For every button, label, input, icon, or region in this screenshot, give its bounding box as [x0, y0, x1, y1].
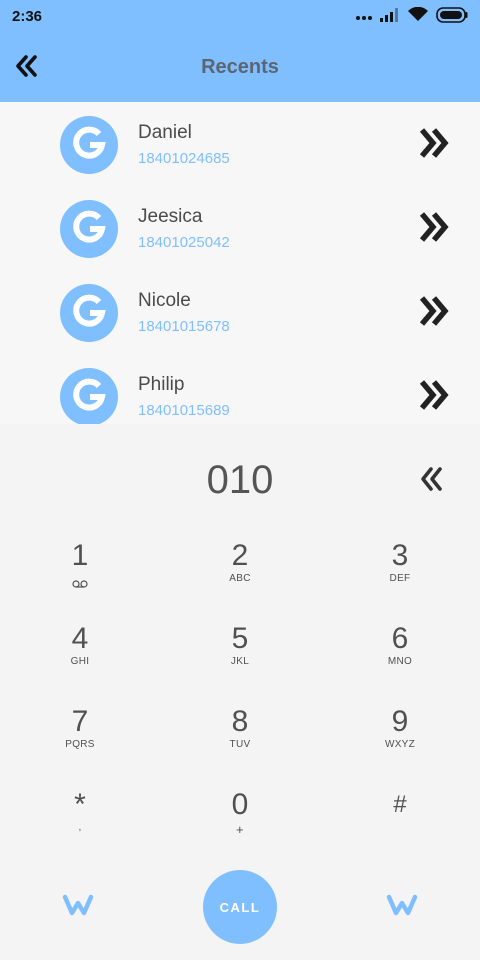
- contact-name: Daniel: [138, 122, 192, 143]
- key-2[interactable]: 2 ABC: [180, 532, 300, 608]
- right-w-button[interactable]: [384, 892, 420, 922]
- open-contact-button[interactable]: [410, 124, 458, 166]
- key-digit: 8: [231, 705, 249, 738]
- dial-display: 010: [0, 424, 480, 532]
- delete-button[interactable]: [414, 464, 448, 498]
- g-logo-icon: [69, 291, 109, 336]
- key-digit: 5: [231, 622, 249, 655]
- key-digit: 1: [71, 539, 89, 572]
- key-5[interactable]: 5 JKL: [180, 615, 300, 691]
- double-chevron-right-icon: [417, 210, 451, 249]
- key-digit: 4: [71, 622, 89, 655]
- key-digit: #: [393, 791, 407, 818]
- open-contact-button[interactable]: [410, 208, 458, 250]
- key-letters: ABC: [229, 573, 251, 584]
- battery-icon: [436, 6, 468, 28]
- key-7[interactable]: 7 PQRS: [20, 698, 140, 774]
- double-chevron-right-icon: [417, 294, 451, 333]
- key-letters: JKL: [230, 656, 250, 667]
- double-chevron-left-icon: [418, 466, 444, 497]
- w-logo-icon: [62, 893, 94, 922]
- page-title: Recents: [201, 56, 279, 78]
- call-label: CALL: [219, 899, 261, 915]
- key-letters: MNO: [387, 656, 413, 667]
- key-digit: 7: [71, 705, 89, 738]
- recent-item-jeesica[interactable]: Jeesica 18401025042: [0, 186, 480, 270]
- status-time: 2:36: [12, 8, 43, 25]
- avatar: [60, 200, 118, 258]
- key-0[interactable]: 0 +: [180, 781, 300, 857]
- key-letters: DEF: [389, 573, 411, 584]
- key-8[interactable]: 8 TUV: [180, 698, 300, 774]
- key-letters: WXYZ: [384, 739, 416, 750]
- key-6[interactable]: 6 MNO: [340, 615, 460, 691]
- g-logo-icon: [69, 375, 109, 420]
- key-9[interactable]: 9 WXYZ: [340, 698, 460, 774]
- key-digit: 0: [231, 788, 249, 821]
- open-contact-button[interactable]: [410, 292, 458, 334]
- key-3[interactable]: 3 DEF: [340, 532, 460, 608]
- double-chevron-right-icon: [417, 378, 451, 417]
- contact-number: 18401025042: [138, 234, 230, 251]
- recent-item-philip[interactable]: Philip 18401015689: [0, 354, 480, 424]
- contact-number: 18401015678: [138, 318, 230, 335]
- key-1[interactable]: 1: [20, 532, 140, 608]
- key-digit: 6: [391, 622, 409, 655]
- more-dots-icon: [356, 8, 372, 26]
- recent-item-nicole[interactable]: Nicole 18401015678: [0, 270, 480, 354]
- key-digit: *: [74, 788, 86, 821]
- key-star[interactable]: * ,: [20, 781, 140, 857]
- contact-name: Jeesica: [138, 206, 203, 227]
- g-logo-icon: [69, 207, 109, 252]
- voicemail-icon: [72, 575, 88, 593]
- recent-item-daniel[interactable]: Daniel 18401024685: [0, 102, 480, 186]
- w-logo-icon: [386, 893, 418, 922]
- status-bar: 2:36: [0, 0, 480, 34]
- key-digit: 3: [391, 539, 409, 572]
- avatar: [60, 368, 118, 424]
- contact-number: 18401024685: [138, 150, 230, 167]
- open-contact-button[interactable]: [410, 376, 458, 418]
- key-letters: PQRS: [65, 739, 95, 750]
- key-hash[interactable]: #: [340, 781, 460, 857]
- app-bar: Recents: [0, 34, 480, 102]
- contact-name: Philip: [138, 374, 185, 395]
- bottom-bar: CALL: [0, 862, 480, 960]
- signal-icon: [380, 7, 400, 27]
- left-w-button[interactable]: [60, 892, 96, 922]
- g-logo-icon: [69, 123, 109, 168]
- key-digit: 2: [231, 539, 249, 572]
- key-4[interactable]: 4 GHI: [20, 615, 140, 691]
- dialed-number: 010: [206, 458, 274, 502]
- key-letters: +: [236, 822, 244, 837]
- keypad: 1 2 ABC 3 DEF 4 GHI 5 JKL 6 MNO 7 PQRS 8…: [0, 532, 480, 862]
- wifi-icon: [408, 6, 428, 27]
- key-letters: TUV: [229, 739, 251, 750]
- recents-list: Daniel 18401024685 Jeesica 18401025042 N…: [0, 102, 480, 424]
- key-letters: ,: [78, 822, 82, 833]
- double-chevron-right-icon: [417, 126, 451, 165]
- call-button[interactable]: CALL: [203, 870, 277, 944]
- avatar: [60, 116, 118, 174]
- status-icons: [356, 6, 468, 28]
- key-letters: GHI: [70, 656, 90, 667]
- key-digit: 9: [391, 705, 409, 738]
- contact-name: Nicole: [138, 290, 191, 311]
- avatar: [60, 284, 118, 342]
- contact-number: 18401015689: [138, 402, 230, 419]
